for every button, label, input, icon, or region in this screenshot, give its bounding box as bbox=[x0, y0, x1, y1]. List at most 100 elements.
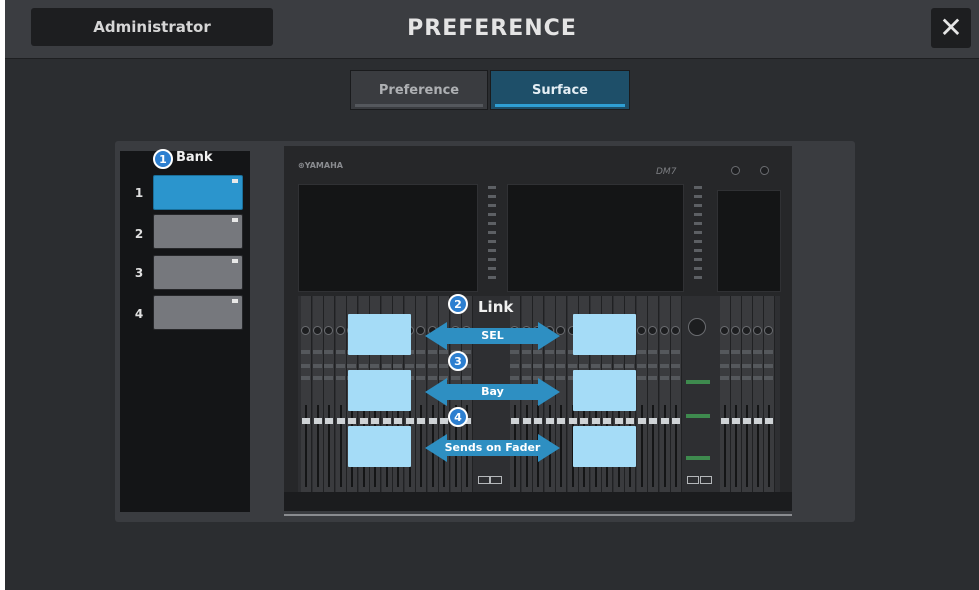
fader-cap bbox=[649, 418, 657, 424]
tab-indicator bbox=[355, 104, 483, 107]
channel-button bbox=[545, 364, 554, 368]
channel-button bbox=[671, 350, 680, 354]
bank-button-1[interactable] bbox=[153, 175, 243, 210]
channel-button bbox=[660, 350, 669, 354]
meter-tick bbox=[488, 195, 496, 198]
channel-button bbox=[416, 364, 425, 368]
fader-cap bbox=[348, 418, 356, 424]
highlight-region bbox=[573, 314, 636, 355]
callout-badge-1: 1 bbox=[153, 149, 173, 169]
channel-button bbox=[416, 350, 425, 354]
channel-button bbox=[533, 364, 542, 368]
console-key bbox=[700, 476, 712, 484]
channel-button bbox=[720, 350, 729, 354]
channel-knob bbox=[671, 326, 680, 335]
meter-tick bbox=[694, 267, 702, 270]
channel-button bbox=[637, 364, 646, 368]
channel-button bbox=[660, 376, 669, 380]
channel-button bbox=[625, 364, 634, 368]
channel-button bbox=[545, 350, 554, 354]
meter-tick bbox=[488, 276, 496, 279]
scroll-indicator bbox=[284, 514, 792, 516]
channel-knob bbox=[416, 326, 425, 335]
bank-button-3[interactable] bbox=[153, 255, 243, 290]
channel-button bbox=[753, 376, 762, 380]
bank-number: 2 bbox=[134, 227, 144, 241]
link-title: Link bbox=[478, 298, 514, 316]
meter-tick bbox=[694, 240, 702, 243]
fader-cap bbox=[360, 418, 368, 424]
console-screen-right bbox=[507, 184, 684, 292]
channel-knob bbox=[742, 326, 751, 335]
channel-button bbox=[742, 350, 751, 354]
fader-cap bbox=[569, 418, 577, 424]
channel-button bbox=[522, 350, 531, 354]
channel-button bbox=[324, 350, 333, 354]
channel-button bbox=[324, 364, 333, 368]
page-title: PREFERENCE bbox=[407, 16, 577, 41]
meter-tick bbox=[488, 186, 496, 189]
tab-surface[interactable]: Surface bbox=[490, 70, 630, 110]
channel-button bbox=[568, 364, 577, 368]
highlight-region bbox=[348, 314, 411, 355]
meter-tick bbox=[694, 258, 702, 261]
fader-cap bbox=[406, 418, 414, 424]
fader-cap bbox=[721, 418, 729, 424]
channel-button bbox=[393, 364, 402, 368]
meter-tick bbox=[694, 231, 702, 234]
channel-button bbox=[591, 364, 600, 368]
channel-button bbox=[336, 350, 345, 354]
channel-button bbox=[720, 376, 729, 380]
fader-cap bbox=[754, 418, 762, 424]
link-label-bay: Bay bbox=[481, 385, 504, 398]
meter-indicator bbox=[686, 380, 710, 384]
fader-cap bbox=[511, 418, 519, 424]
meter-indicator bbox=[686, 414, 710, 418]
meter-tick bbox=[488, 240, 496, 243]
channel-button bbox=[439, 350, 448, 354]
bank-button-4[interactable] bbox=[153, 295, 243, 330]
fader-cap bbox=[417, 418, 425, 424]
fader-cap bbox=[626, 418, 634, 424]
channel-button bbox=[359, 364, 368, 368]
fader-cap bbox=[534, 418, 542, 424]
channel-knob bbox=[731, 326, 740, 335]
title-bar: Administrator PREFERENCE ✕ bbox=[5, 0, 979, 59]
model-label: DM7 bbox=[656, 167, 677, 177]
bank-number: 4 bbox=[134, 307, 144, 321]
meter-tick bbox=[488, 213, 496, 216]
channel-button bbox=[579, 364, 588, 368]
callout-badge-4: 4 bbox=[448, 407, 468, 427]
fader-cap bbox=[557, 418, 565, 424]
indicator-icon bbox=[232, 218, 238, 222]
fader-cap bbox=[546, 418, 554, 424]
bank-button-2[interactable] bbox=[153, 214, 243, 249]
fader-cap bbox=[337, 418, 345, 424]
meter-tick bbox=[694, 186, 702, 189]
channel-button bbox=[336, 376, 345, 380]
channel-button bbox=[602, 364, 611, 368]
fader-cap bbox=[672, 418, 680, 424]
channel-knob bbox=[313, 326, 322, 335]
channel-button bbox=[648, 364, 657, 368]
channel-button bbox=[660, 364, 669, 368]
channel-knob bbox=[324, 326, 333, 335]
meter-indicator bbox=[686, 456, 710, 460]
channel-button bbox=[313, 350, 322, 354]
channel-button bbox=[764, 376, 773, 380]
meter-tick bbox=[694, 204, 702, 207]
meter-tick bbox=[488, 222, 496, 225]
fader-cap bbox=[371, 418, 379, 424]
close-button[interactable]: ✕ bbox=[931, 8, 971, 48]
callout-badge-2: 2 bbox=[448, 294, 468, 314]
channel-knob bbox=[753, 326, 762, 335]
channel-button bbox=[533, 350, 542, 354]
close-icon: ✕ bbox=[939, 11, 963, 44]
channel-knob bbox=[648, 326, 657, 335]
channel-button bbox=[671, 376, 680, 380]
tab-preference[interactable]: Preference bbox=[350, 70, 488, 110]
indicator-icon bbox=[232, 259, 238, 263]
channel-button bbox=[382, 364, 391, 368]
channel-button bbox=[648, 350, 657, 354]
channel-button bbox=[764, 364, 773, 368]
